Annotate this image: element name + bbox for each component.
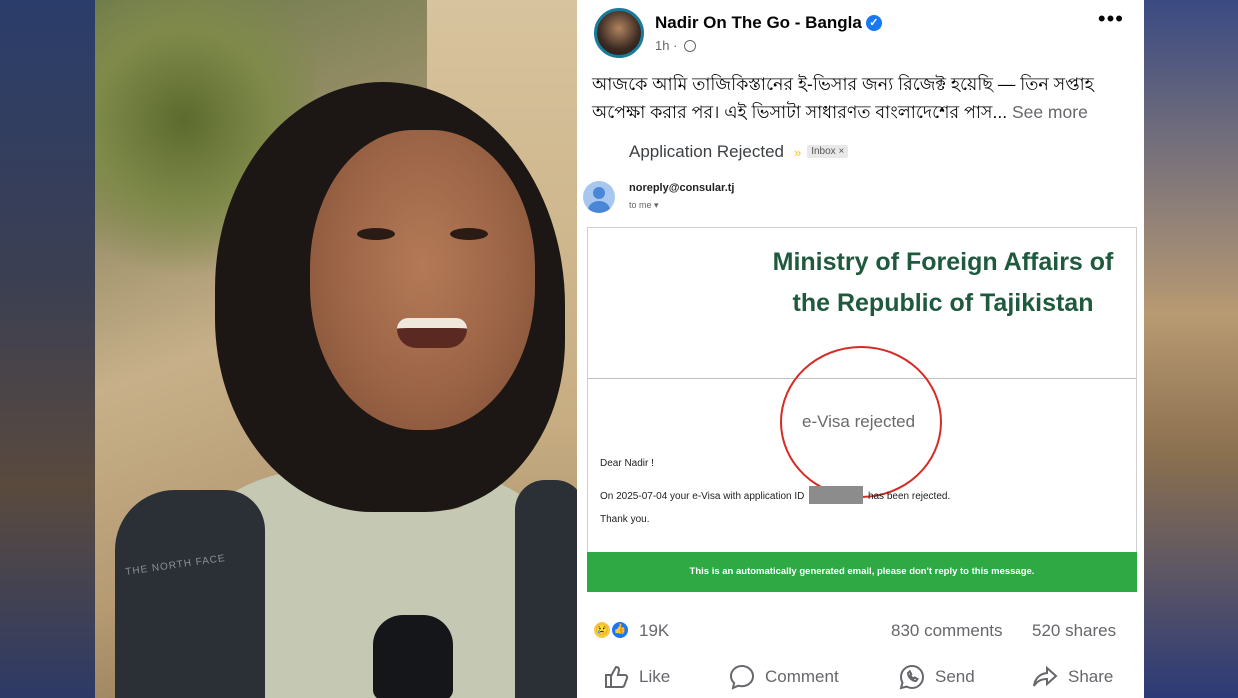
redacted-application-id — [809, 486, 864, 504]
label-arrow-icon: » — [793, 145, 802, 160]
see-more-link[interactable]: See more — [1012, 102, 1088, 122]
background-right-blur — [1143, 0, 1238, 698]
reaction-count[interactable]: 19K — [639, 621, 669, 641]
post-time[interactable]: 1h — [655, 38, 669, 53]
author-name[interactable]: Nadir On The Go - Bangla ✓ — [655, 13, 882, 33]
verified-badge-icon: ✓ — [865, 15, 882, 31]
post-actions: Like Comment Send Share — [577, 656, 1144, 698]
like-reaction-icon[interactable]: 👍 — [610, 620, 630, 640]
comment-icon — [729, 664, 755, 690]
share-button[interactable]: Share — [1032, 664, 1113, 690]
author-avatar[interactable] — [594, 8, 644, 58]
facebook-post: Nadir On The Go - Bangla ✓ 1h · ••• আজকে … — [577, 0, 1144, 698]
post-header: Nadir On The Go - Bangla ✓ 1h · ••• — [577, 0, 1144, 64]
send-icon — [899, 664, 925, 690]
post-stats: 😢 👍 19K 830 comments 520 shares — [577, 610, 1144, 650]
shares-count[interactable]: 520 shares — [1032, 621, 1116, 641]
background-left-blur — [0, 0, 95, 698]
email-body: Ministry of Foreign Affairs of the Repub… — [587, 227, 1137, 557]
email-thanks: Thank you. — [600, 514, 650, 525]
sender-address: noreply@consular.tj — [629, 182, 735, 194]
recipient-label: to me ▾ — [629, 200, 659, 210]
comments-count[interactable]: 830 comments — [891, 621, 1003, 641]
comment-button[interactable]: Comment — [729, 664, 839, 690]
send-button[interactable]: Send — [899, 664, 975, 690]
sender-avatar — [583, 181, 615, 213]
post-meta: 1h · — [655, 38, 697, 53]
email-subject: Application Rejected» Inbox × — [629, 142, 849, 162]
highlight-circle — [780, 346, 942, 498]
email-screenshot: Application Rejected» Inbox × noreply@con… — [577, 134, 1144, 600]
inbox-tag: Inbox × — [807, 145, 849, 158]
post-caption: আজকে আমি তাজিকিস্তানের ই-ভিসার জন্য রিজে… — [592, 70, 1132, 126]
like-icon — [605, 665, 629, 688]
sad-reaction-icon[interactable]: 😢 — [592, 620, 612, 640]
ministry-heading: Ministry of Foreign Affairs of the Repub… — [772, 248, 1114, 317]
selfie-photo: THE NORTH FACE — [95, 0, 577, 698]
globe-icon — [684, 40, 697, 52]
share-icon — [1033, 665, 1058, 687]
email-body-line: On 2025-07-04 your e-Visa with applicati… — [600, 486, 950, 504]
auto-email-notice: This is an automatically generated email… — [587, 552, 1137, 592]
email-greeting: Dear Nadir ! — [600, 458, 654, 469]
more-options-icon[interactable]: ••• — [1098, 6, 1124, 32]
like-button[interactable]: Like — [603, 664, 670, 690]
